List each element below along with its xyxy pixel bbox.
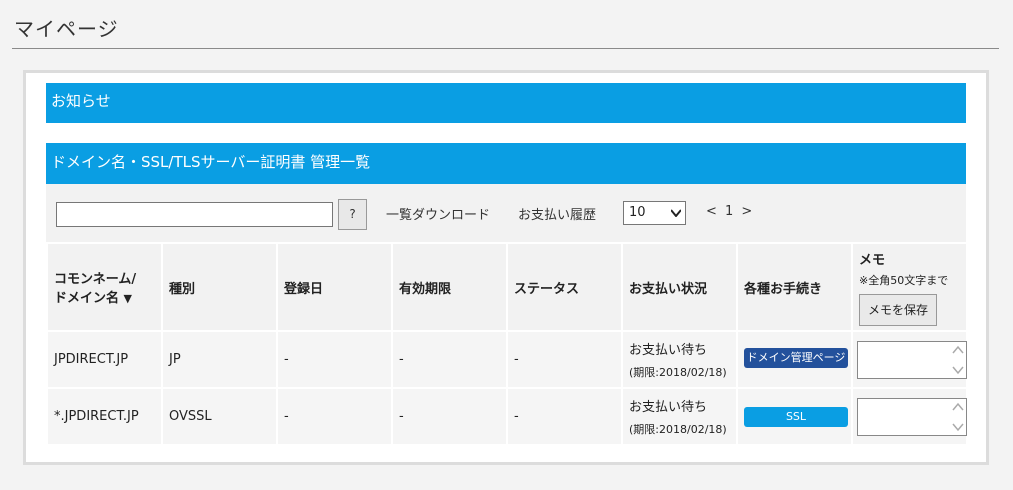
cell-status: - (506, 387, 623, 446)
column-memo: メモ ※全角50文字まで メモを保存 (851, 242, 968, 332)
ssl-button[interactable]: SSL (744, 406, 848, 427)
notice-header: お知らせ (46, 83, 966, 123)
column-common-name-line1: コモンネーム/ (54, 272, 137, 287)
cell-expires: - (391, 330, 508, 389)
column-common-name[interactable]: コモンネーム/ ドメイン名 ▼ (46, 242, 163, 332)
cell-memo (851, 387, 968, 446)
per-page-value: 10 (629, 205, 646, 220)
page-title: マイページ (14, 17, 119, 41)
memo-save-button[interactable]: メモを保存 (859, 293, 937, 326)
cell-type: OVSSL (161, 387, 278, 446)
toolbar: ? 一覧ダウンロード お支払い履歴 10 < 1 > (46, 184, 966, 242)
cell-registered: - (276, 387, 393, 446)
cell-name: JPDIRECT.JP (46, 330, 163, 389)
title-divider (12, 48, 999, 49)
column-payment: お支払い状況 (621, 242, 738, 332)
cell-payment: お支払い待ち (期限:2018/02/18) (621, 330, 738, 389)
column-status: ステータス (506, 242, 623, 332)
payment-deadline: (期限:2018/02/18) (629, 423, 727, 436)
cell-payment: お支払い待ち (期限:2018/02/18) (621, 387, 738, 446)
search-button[interactable]: ? (338, 199, 367, 230)
payment-status: お支払い待ち (629, 400, 708, 415)
column-registered: 登録日 (276, 242, 393, 332)
pager[interactable]: < 1 > (706, 204, 754, 219)
memo-input[interactable] (857, 397, 967, 436)
cell-procedures: ドメイン管理ページ (736, 330, 853, 389)
table-header-row: コモンネーム/ ドメイン名 ▼ 種別 登録日 有効期限 ステータス お支払い状況… (46, 242, 968, 332)
payment-deadline: (期限:2018/02/18) (629, 366, 727, 379)
cell-procedures: SSL (736, 387, 853, 446)
per-page-select[interactable]: 10 (623, 201, 686, 225)
cell-name: *.JPDIRECT.JP (46, 387, 163, 446)
domain-manage-button[interactable]: ドメイン管理ページ (744, 347, 848, 368)
payment-status: お支払い待ち (629, 343, 708, 358)
column-procedures: 各種お手続き (736, 242, 853, 332)
domain-table: コモンネーム/ ドメイン名 ▼ 種別 登録日 有効期限 ステータス お支払い状況… (46, 242, 968, 446)
cell-status: - (506, 330, 623, 389)
column-expires: 有効期限 (391, 242, 508, 332)
main-panel: お知らせ ドメイン名・SSL/TLSサーバー証明書 管理一覧 ? 一覧ダウンロー… (23, 70, 989, 465)
column-type: 種別 (161, 242, 278, 332)
chevron-down-icon (671, 209, 681, 217)
payment-history-link[interactable]: お支払い履歴 (518, 204, 596, 223)
cell-type: JP (161, 330, 278, 389)
sort-desc-icon[interactable]: ▼ (124, 292, 132, 305)
memo-note: ※全角50文字まで (859, 273, 949, 287)
cell-expires: - (391, 387, 508, 446)
spinner-icon[interactable] (952, 401, 964, 433)
column-common-name-line2: ドメイン名 (54, 291, 120, 306)
spinner-icon[interactable] (952, 344, 964, 376)
table-row: *.JPDIRECT.JP OVSSL - - - お支払い待ち (期限:201… (46, 387, 968, 446)
table-row: JPDIRECT.JP JP - - - お支払い待ち (期限:2018/02/… (46, 330, 968, 389)
search-input[interactable] (56, 202, 333, 227)
domain-list-header: ドメイン名・SSL/TLSサーバー証明書 管理一覧 (46, 143, 966, 184)
cell-registered: - (276, 330, 393, 389)
column-memo-label: メモ (859, 252, 886, 268)
download-list-link[interactable]: 一覧ダウンロード (386, 204, 490, 223)
memo-input[interactable] (857, 340, 967, 379)
cell-memo (851, 330, 968, 389)
